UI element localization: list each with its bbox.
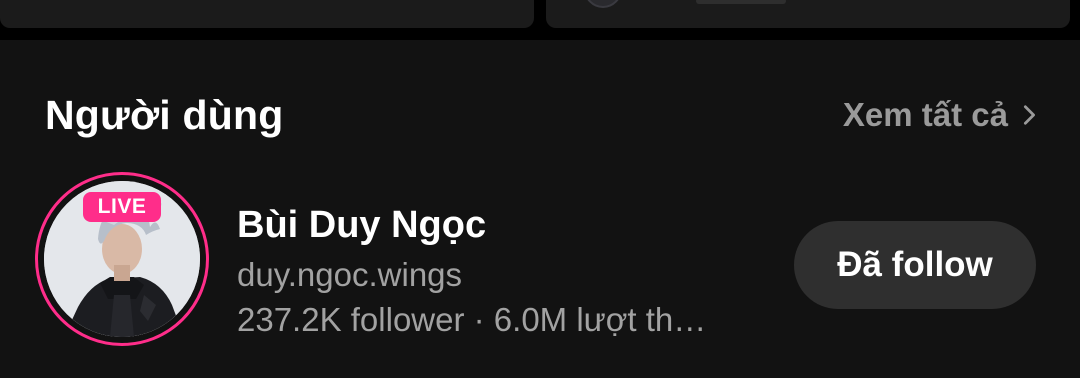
avatar (584, 0, 622, 8)
section-title: Người dùng (45, 92, 284, 138)
live-badge: LIVE (83, 192, 161, 222)
previous-result-card[interactable] (546, 0, 1070, 28)
user-display-name: Bùi Duy Ngọc (237, 204, 487, 246)
user-avatar[interactable]: LIVE (35, 172, 209, 346)
see-all-link[interactable]: Xem tất cả (843, 96, 1040, 134)
user-handle: duy.ngoc.wings (237, 256, 463, 293)
following-button[interactable]: Đã follow (794, 221, 1036, 309)
follow-button-label: Đã follow (837, 245, 993, 284)
previous-result-card[interactable] (0, 0, 534, 28)
chevron-right-icon (1023, 105, 1035, 125)
text-placeholder (696, 0, 786, 4)
previous-results-strip (0, 0, 1080, 40)
see-all-label: Xem tất cả (842, 96, 1008, 133)
user-stats: 237.2K follower · 6.0M lượt th… (237, 301, 707, 338)
